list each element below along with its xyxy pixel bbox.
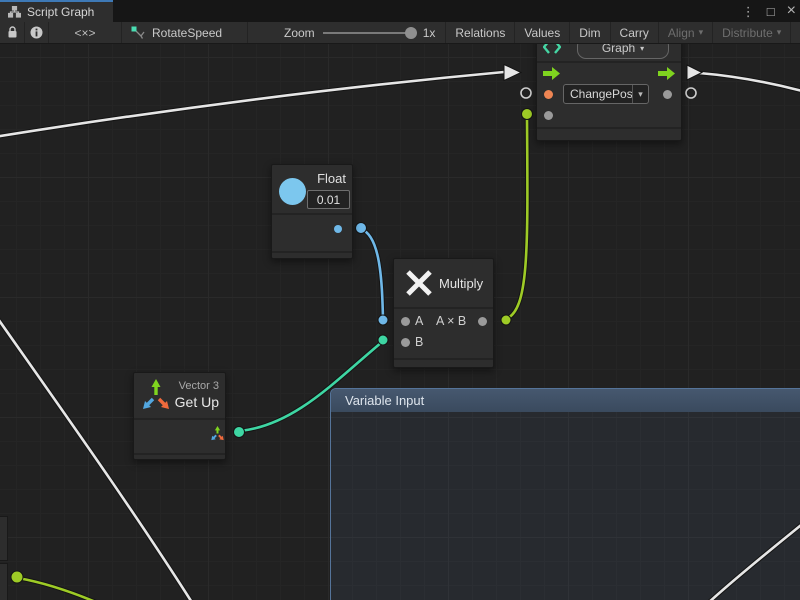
wire-flow-out-arrow	[687, 65, 702, 80]
event-second-input-port[interactable]	[544, 111, 553, 120]
event-value-output-port[interactable]	[663, 90, 672, 99]
graph-name-label: RotateSpeed	[152, 26, 222, 40]
multiply-a-label: A	[415, 314, 423, 328]
wire-float-to-multiply[interactable]	[361, 229, 383, 318]
chevron-down-icon: ▾	[640, 44, 644, 53]
chevron-down-icon: ▾	[699, 27, 704, 38]
variable-input-group-header[interactable]: Variable Input	[331, 389, 800, 412]
info-button[interactable]	[25, 22, 49, 43]
multiply-icon	[405, 269, 433, 297]
offscreen-node-header[interactable]	[0, 516, 8, 561]
toolbar-button-values[interactable]: Values	[515, 22, 570, 43]
offscreen-node-body[interactable]	[0, 563, 8, 600]
rotatespeed-graph-icon	[131, 26, 145, 39]
lock-icon	[7, 26, 18, 39]
vector3-get-up-node[interactable]: Vector 3 Get Up	[133, 372, 226, 460]
graph-toolbar: <×> RotateSpeed Zoom 1x Relations Values…	[0, 22, 800, 44]
toolbar-button-align[interactable]: Align ▾	[659, 22, 713, 43]
zoom-control: Zoom 1x	[248, 22, 446, 43]
value-endpoint-hollow-right[interactable]	[686, 88, 696, 98]
wire-flow-out[interactable]	[699, 73, 800, 92]
multiply-node[interactable]: Multiply A A × B B	[393, 258, 494, 368]
toolbar-button-relations[interactable]: Relations	[446, 22, 515, 43]
wire-green-bottom-left[interactable]	[18, 578, 98, 600]
window-menu-icon[interactable]: ⋮	[742, 5, 755, 18]
zoom-slider[interactable]	[323, 32, 415, 34]
toolbar-button-overview[interactable]: Overview	[791, 22, 800, 43]
tab-title: Script Graph	[27, 5, 94, 19]
wire-flow-in-arrow	[504, 65, 521, 81]
graph-tab-icon	[8, 6, 21, 18]
wire-endpoint-multiply-b[interactable]	[378, 335, 388, 345]
info-icon	[30, 26, 43, 39]
float-node-title: Float	[317, 171, 346, 186]
wire-multiply-to-event[interactable]	[506, 118, 527, 319]
toolbar-button-dim[interactable]: Dim	[570, 22, 610, 43]
event-node[interactable]: Graph ▾ ChangePos ▾	[536, 44, 682, 141]
vector3-icon	[141, 378, 171, 412]
float-output-port[interactable]	[334, 225, 342, 233]
zoom-slider-handle[interactable]	[405, 27, 417, 39]
tab-script-graph[interactable]: Script Graph	[0, 0, 113, 22]
lock-button[interactable]	[0, 22, 25, 43]
multiply-node-title: Multiply	[439, 276, 483, 291]
chevron-down-icon: ▾	[777, 27, 782, 38]
wire-endpoint-bottom-left[interactable]	[11, 571, 23, 583]
multiply-b-label: B	[415, 335, 423, 349]
toolbar-button-distribute[interactable]: Distribute ▾	[713, 22, 791, 43]
wire-endpoint-multiply-out[interactable]	[501, 315, 511, 325]
code-view-button[interactable]: <×>	[49, 22, 122, 43]
chevron-down-icon[interactable]: ▾	[632, 85, 648, 103]
changepos-dropdown[interactable]: ChangePos ▾	[563, 84, 649, 104]
multiply-output-port[interactable]	[478, 317, 487, 326]
flow-output-port[interactable]	[658, 67, 675, 80]
title-strip: Script Graph ⋮ □ ×	[0, 0, 800, 22]
wire-endpoint-event-in[interactable]	[522, 109, 533, 120]
graph-name-segment[interactable]: RotateSpeed	[122, 22, 248, 43]
graph-chevrons-icon	[543, 44, 561, 55]
multiply-output-label: A × B	[436, 314, 466, 328]
value-endpoint-hollow-left[interactable]	[521, 88, 531, 98]
wire-flow-in[interactable]	[0, 72, 504, 137]
window-controls: ⋮ □ ×	[742, 0, 796, 22]
graph-dropdown-button[interactable]: Graph ▾	[577, 44, 669, 59]
vector3-output-port[interactable]	[210, 426, 225, 441]
graph-canvas[interactable]: Variable Input	[0, 44, 800, 600]
wire-endpoint-float[interactable]	[356, 223, 367, 234]
wire-endpoint-vector[interactable]	[234, 427, 245, 438]
zoom-value: 1x	[423, 26, 436, 40]
float-node[interactable]: Float 0.01	[271, 164, 353, 259]
maximize-icon[interactable]: □	[767, 5, 775, 18]
close-icon[interactable]: ×	[787, 3, 796, 19]
multiply-a-port[interactable]	[401, 317, 410, 326]
zoom-label: Zoom	[284, 26, 315, 40]
event-value-input-port[interactable]	[544, 90, 553, 99]
group-title: Variable Input	[345, 393, 424, 408]
float-type-icon	[279, 178, 306, 205]
wire-endpoint-multiply-a[interactable]	[378, 315, 388, 325]
toolbar-button-carry[interactable]: Carry	[611, 22, 659, 43]
vector3-type-label: Vector 3	[179, 380, 219, 392]
multiply-b-port[interactable]	[401, 338, 410, 347]
vector3-node-title: Get Up	[175, 394, 219, 410]
float-value-field[interactable]: 0.01	[307, 190, 350, 209]
variable-input-group[interactable]: Variable Input	[330, 388, 800, 600]
flow-input-port[interactable]	[543, 67, 560, 80]
